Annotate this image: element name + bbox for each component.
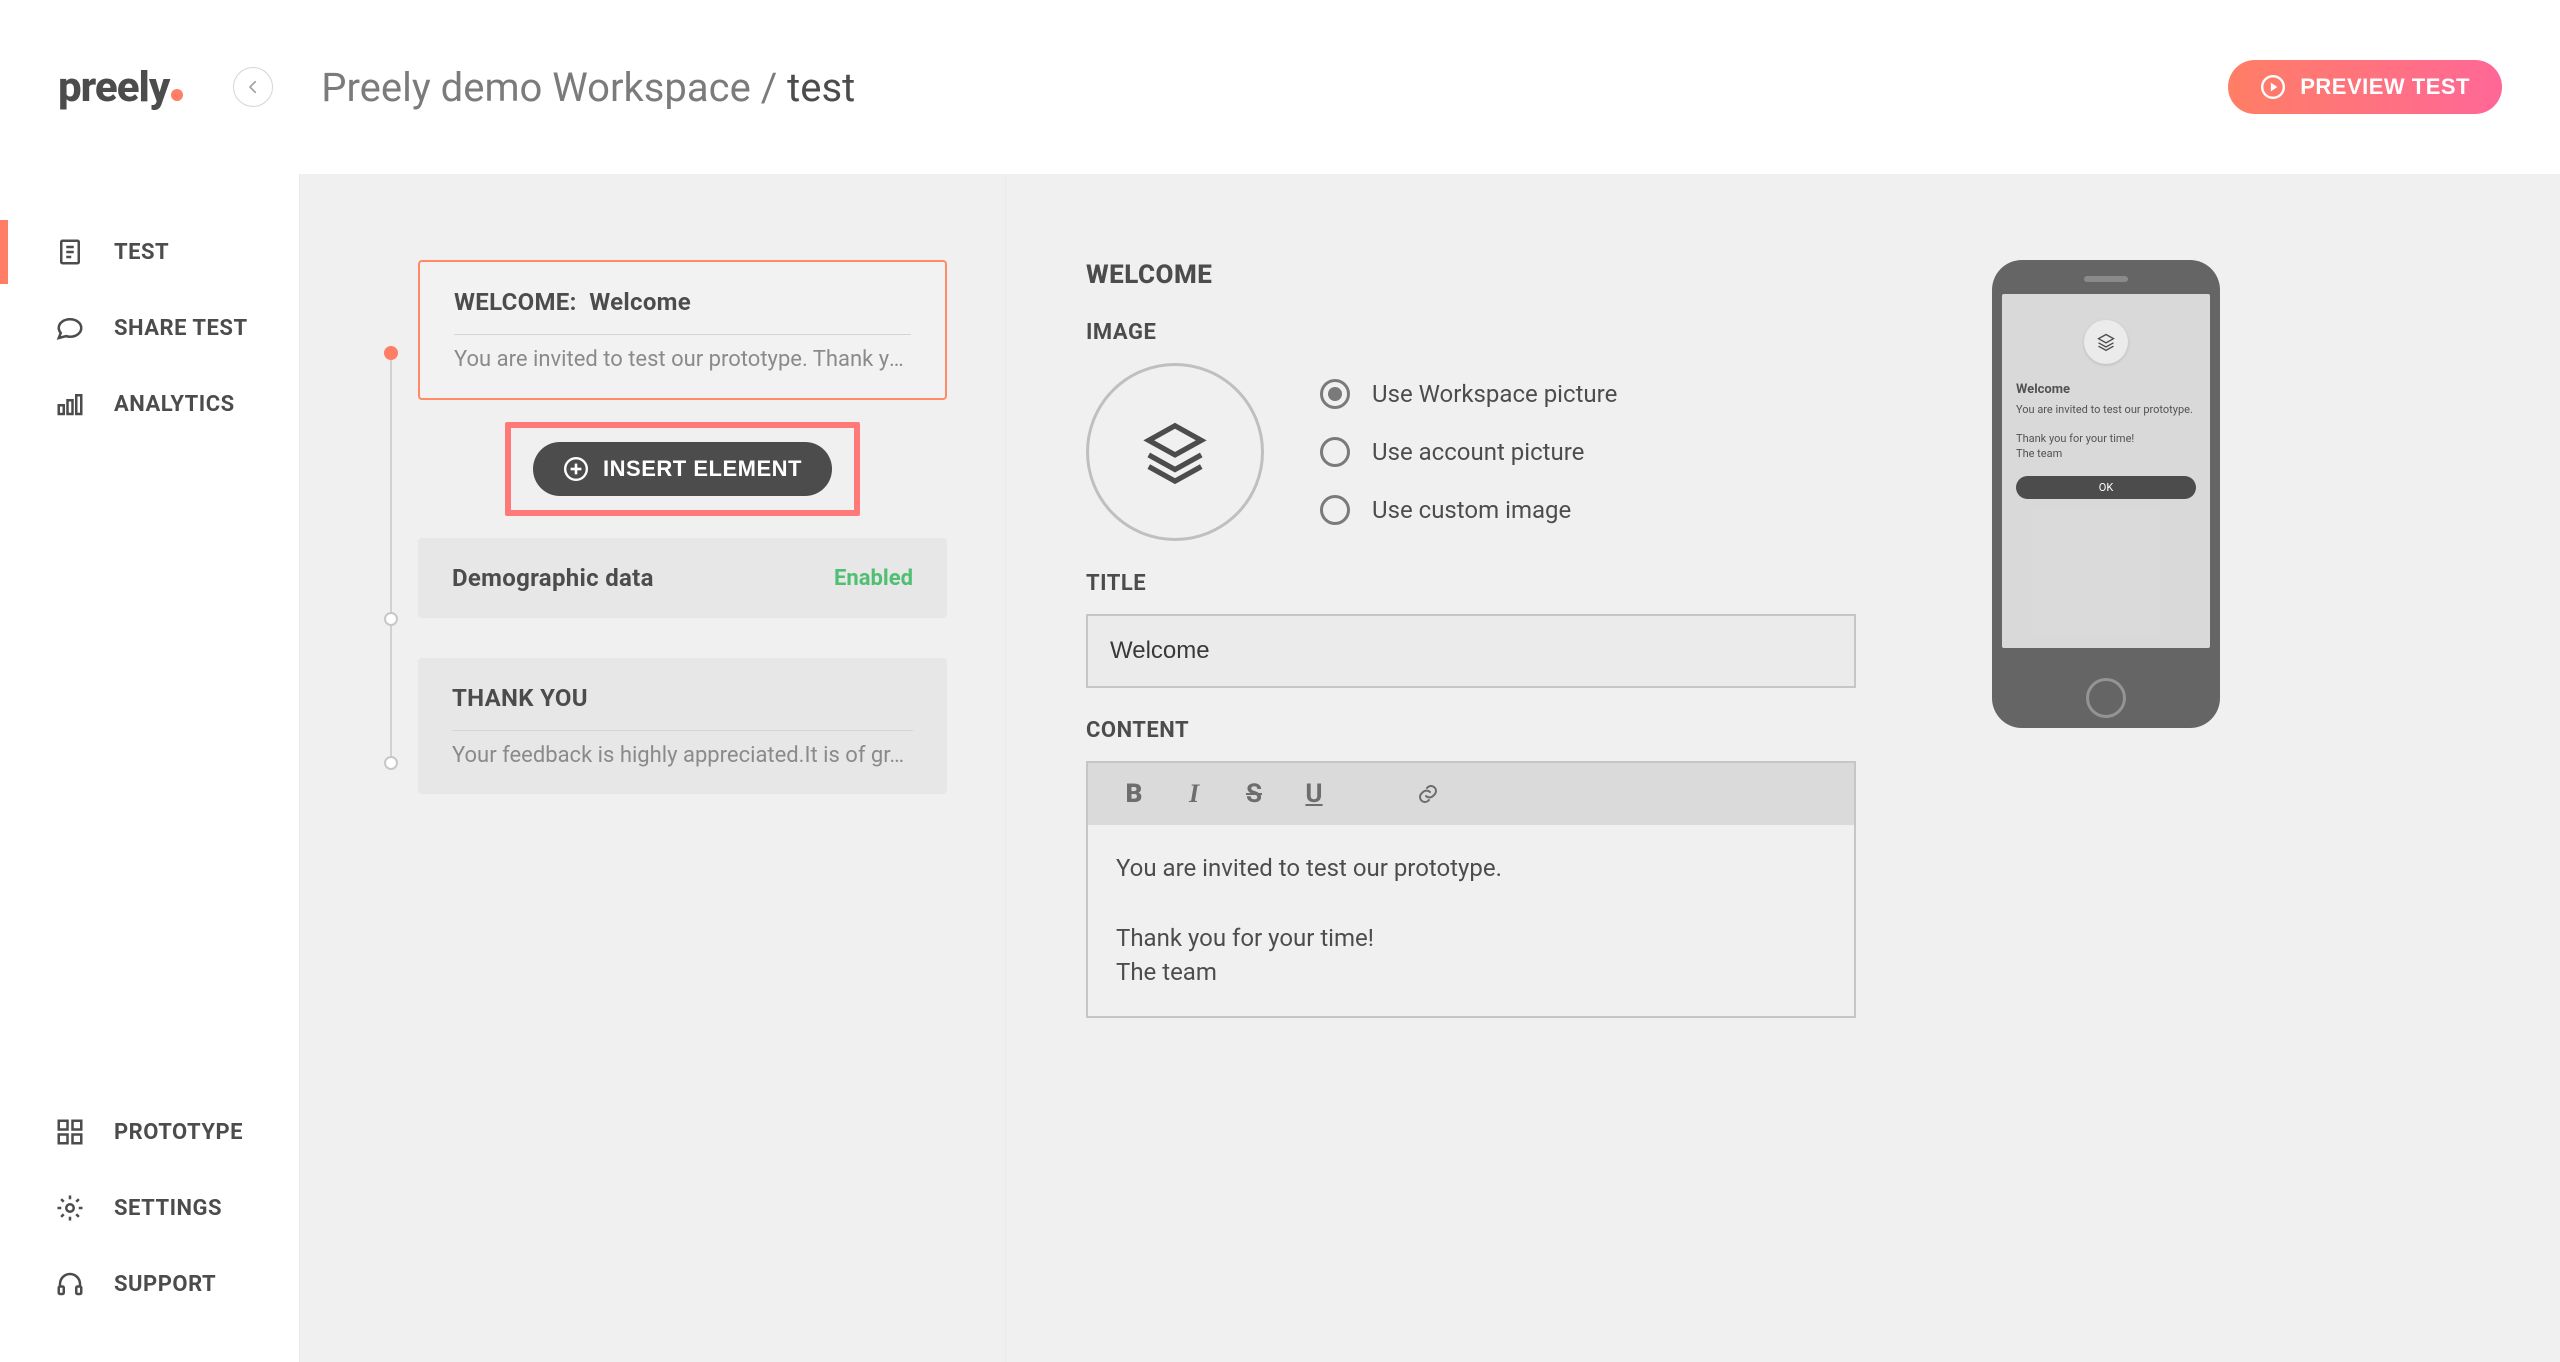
timeline-dot [384, 346, 398, 360]
play-circle-icon [2260, 74, 2286, 100]
logo: preely [58, 63, 183, 112]
step-summary: Your feedback is highly appreciated.It i… [452, 730, 913, 768]
sidebar-item-analytics[interactable]: ANALYTICS [0, 366, 299, 442]
content-label: CONTENT [1086, 718, 1856, 743]
topbar: preely Preely demo Workspace / test PREV… [0, 0, 2560, 174]
title-label: TITLE [1086, 571, 1856, 596]
timeline-dot [384, 612, 398, 626]
step-summary: You are invited to test our prototype. T… [454, 334, 911, 372]
radio-icon [1320, 437, 1350, 467]
phone-speaker-icon [2084, 276, 2128, 282]
analytics-icon [54, 388, 86, 420]
radio-icon [1320, 495, 1350, 525]
radio-icon [1320, 379, 1350, 409]
step-card-welcome[interactable]: WELCOME: Welcome You are invited to test… [418, 260, 947, 400]
logo-dot-icon [171, 89, 183, 101]
editor-panel: WELCOME IMAGE Use Workspace picture Use … [1006, 174, 2560, 1362]
sidebar-item-prototype[interactable]: PROTOTYPE [0, 1094, 299, 1170]
phone-image-icon [2084, 320, 2128, 364]
link-icon [1416, 782, 1440, 806]
insert-element-highlight: INSERT ELEMENT [505, 422, 860, 516]
headset-icon [54, 1268, 86, 1300]
step-card-demographic[interactable]: Demographic data Enabled [418, 538, 947, 618]
content-editor: B I S U You are invited to test our prot… [1086, 761, 1856, 1018]
image-label: IMAGE [1086, 320, 1856, 345]
link-button[interactable] [1410, 776, 1446, 812]
sidebar-item-share-test[interactable]: SHARE TEST [0, 290, 299, 366]
status-badge: Enabled [834, 566, 913, 591]
breadcrumb-current: test [787, 64, 855, 111]
sidebar-item-label: TEST [114, 240, 169, 265]
content-toolbar: B I S U [1088, 763, 1854, 825]
sidebar-item-support[interactable]: SUPPORT [0, 1246, 299, 1322]
chat-icon [54, 312, 86, 344]
timeline-dot [384, 756, 398, 770]
doc-icon [54, 236, 86, 268]
timeline-line [390, 360, 392, 612]
sidebar-item-label: SETTINGS [114, 1196, 222, 1221]
breadcrumb: Preely demo Workspace / test [321, 64, 855, 111]
gear-icon [54, 1192, 86, 1224]
radio-use-workspace-picture[interactable]: Use Workspace picture [1320, 379, 1617, 409]
sidebar-item-settings[interactable]: SETTINGS [0, 1170, 299, 1246]
sidebar-item-label: SUPPORT [114, 1272, 216, 1297]
timeline-line [390, 626, 392, 756]
section-title: WELCOME [1086, 260, 1856, 290]
preview-test-button[interactable]: PREVIEW TEST [2228, 60, 2502, 114]
phone-preview: Welcome You are invited to test our prot… [1992, 260, 2220, 728]
layers-icon [2096, 332, 2116, 352]
insert-element-button[interactable]: INSERT ELEMENT [533, 442, 832, 496]
step-card-thankyou[interactable]: THANK YOU Your feedback is highly apprec… [418, 658, 947, 794]
radio-use-custom-image[interactable]: Use custom image [1320, 495, 1617, 525]
phone-title: Welcome [2016, 382, 2196, 397]
chevron-left-icon [244, 78, 262, 96]
layers-icon [1140, 417, 1210, 487]
back-button[interactable] [233, 67, 273, 107]
radio-use-account-picture[interactable]: Use account picture [1320, 437, 1617, 467]
bold-button[interactable]: B [1116, 776, 1152, 812]
italic-button[interactable]: I [1176, 776, 1212, 812]
strikethrough-button[interactable]: S [1236, 776, 1272, 812]
image-placeholder[interactable] [1086, 363, 1264, 541]
grid-icon [54, 1116, 86, 1148]
sidebar: TEST SHARE TEST ANALYTICS PROTOTYPE SETT… [0, 174, 300, 1362]
plus-circle-icon [563, 456, 589, 482]
underline-button[interactable]: U [1296, 776, 1332, 812]
steps-panel: WELCOME: Welcome You are invited to test… [300, 174, 1006, 1362]
phone-ok-button: OK [2016, 476, 2196, 499]
sidebar-item-label: PROTOTYPE [114, 1120, 243, 1145]
title-input[interactable] [1086, 614, 1856, 688]
phone-screen: Welcome You are invited to test our prot… [2002, 294, 2210, 648]
breadcrumb-workspace[interactable]: Preely demo Workspace [321, 64, 751, 111]
sidebar-item-test[interactable]: TEST [0, 214, 299, 290]
sidebar-item-label: SHARE TEST [114, 316, 248, 341]
content-textarea[interactable]: You are invited to test our prototype. T… [1088, 825, 1854, 1016]
phone-home-button-icon [2086, 678, 2126, 718]
sidebar-item-label: ANALYTICS [114, 392, 235, 417]
